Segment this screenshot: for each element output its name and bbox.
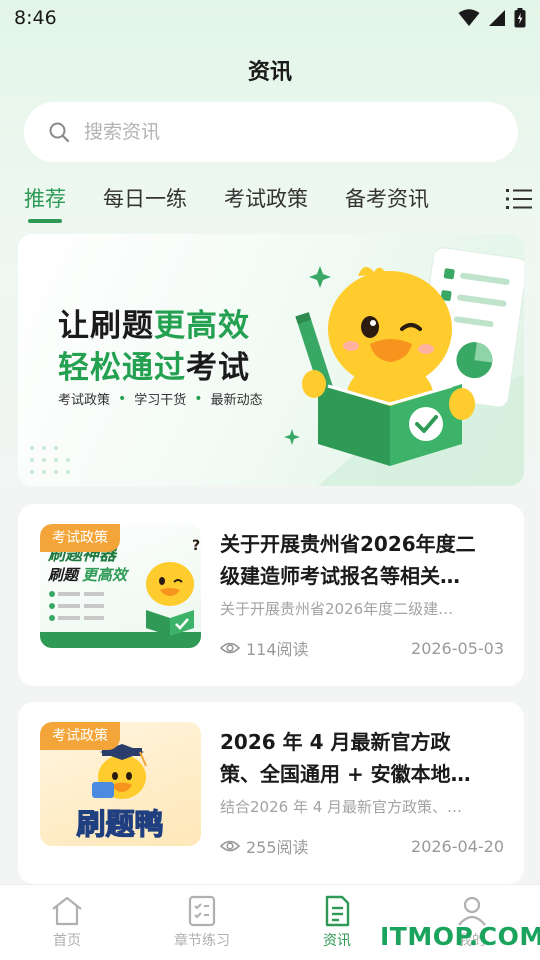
news-title: 关于开展贵州省2026年度二 级建造师考试报名等相关… [220, 532, 476, 588]
status-time: 8:46 [14, 7, 57, 29]
status-bar: 8:46 [0, 0, 540, 36]
news-document-icon [325, 895, 350, 927]
thumb-text-b: 刷题 [47, 566, 81, 584]
eye-icon [220, 642, 240, 654]
nav-home[interactable]: 首页 [17, 895, 117, 950]
signal-icon [489, 10, 505, 26]
thumb-text-a: 刷题鸭 [76, 807, 163, 841]
news-date: 2026-04-20 [411, 836, 504, 856]
duck-mascot-illustration [284, 247, 524, 466]
news-title: 2026 年 4 月最新官方政 策、全国通用 + 安徽本地… [220, 730, 471, 786]
svg-text:?: ? [192, 538, 200, 554]
news-date: 2026-05-03 [411, 638, 504, 658]
tab-daily-practice[interactable]: 每日一练 [103, 183, 187, 227]
read-count: 255阅读 [246, 838, 309, 857]
nav-news-label: 资讯 [323, 933, 351, 949]
eye-icon [220, 840, 240, 852]
search-bar[interactable] [24, 102, 518, 162]
tab-exam-policy[interactable]: 考试政策 [224, 183, 308, 227]
news-card[interactable]: 考试政策 刷题鸭 2026 年 4 月最新官方政 策、全国通用 + 安徽本地… … [18, 702, 524, 884]
news-card[interactable]: 考试政策 刷题神器 刷题 更高效 ? 关于开展贵州省2026年度二 级建造师考试… [18, 504, 524, 686]
category-tabs: 推荐 每日一练 考试政策 备考资讯 [24, 183, 494, 227]
search-icon [49, 122, 70, 143]
news-meta: 114阅读 2026-05-03 [220, 636, 504, 660]
news-summary: 关于开展贵州省2026年度二级建… [220, 600, 454, 618]
nav-news[interactable]: 资讯 [287, 895, 387, 950]
status-icons [458, 8, 526, 28]
news-thumbnail: 考试政策 刷题神器 刷题 更高效 ? [40, 524, 201, 648]
read-count: 114阅读 [246, 640, 309, 659]
news-tag: 考试政策 [40, 722, 120, 750]
thumb-text-c: 更高效 [82, 566, 130, 584]
tab-recommended[interactable]: 推荐 [24, 183, 66, 227]
battery-icon [514, 8, 526, 28]
nav-chapter-practice[interactable]: 章节练习 [152, 895, 252, 950]
checklist-icon [188, 895, 216, 927]
promo-banner[interactable]: 让刷题更高效 轻松通过考试 考试政策 • 学习干货 • 最新动态 [18, 234, 524, 486]
wifi-icon [458, 9, 480, 26]
home-icon [52, 896, 82, 926]
category-menu-icon[interactable] [506, 186, 532, 212]
news-thumbnail: 考试政策 刷题鸭 [40, 722, 201, 846]
watermark: ITMOP.COM [380, 922, 540, 951]
news-tag: 考试政策 [40, 524, 120, 552]
tab-prep-news[interactable]: 备考资讯 [345, 183, 429, 227]
news-meta: 255阅读 2026-04-20 [220, 834, 504, 858]
search-input[interactable] [84, 121, 464, 143]
news-summary: 结合2026 年 4 月最新官方政策、… [220, 798, 463, 816]
nav-home-label: 首页 [53, 933, 81, 949]
page-title: 资讯 [247, 60, 292, 85]
nav-chapter-practice-label: 章节练习 [174, 933, 230, 949]
